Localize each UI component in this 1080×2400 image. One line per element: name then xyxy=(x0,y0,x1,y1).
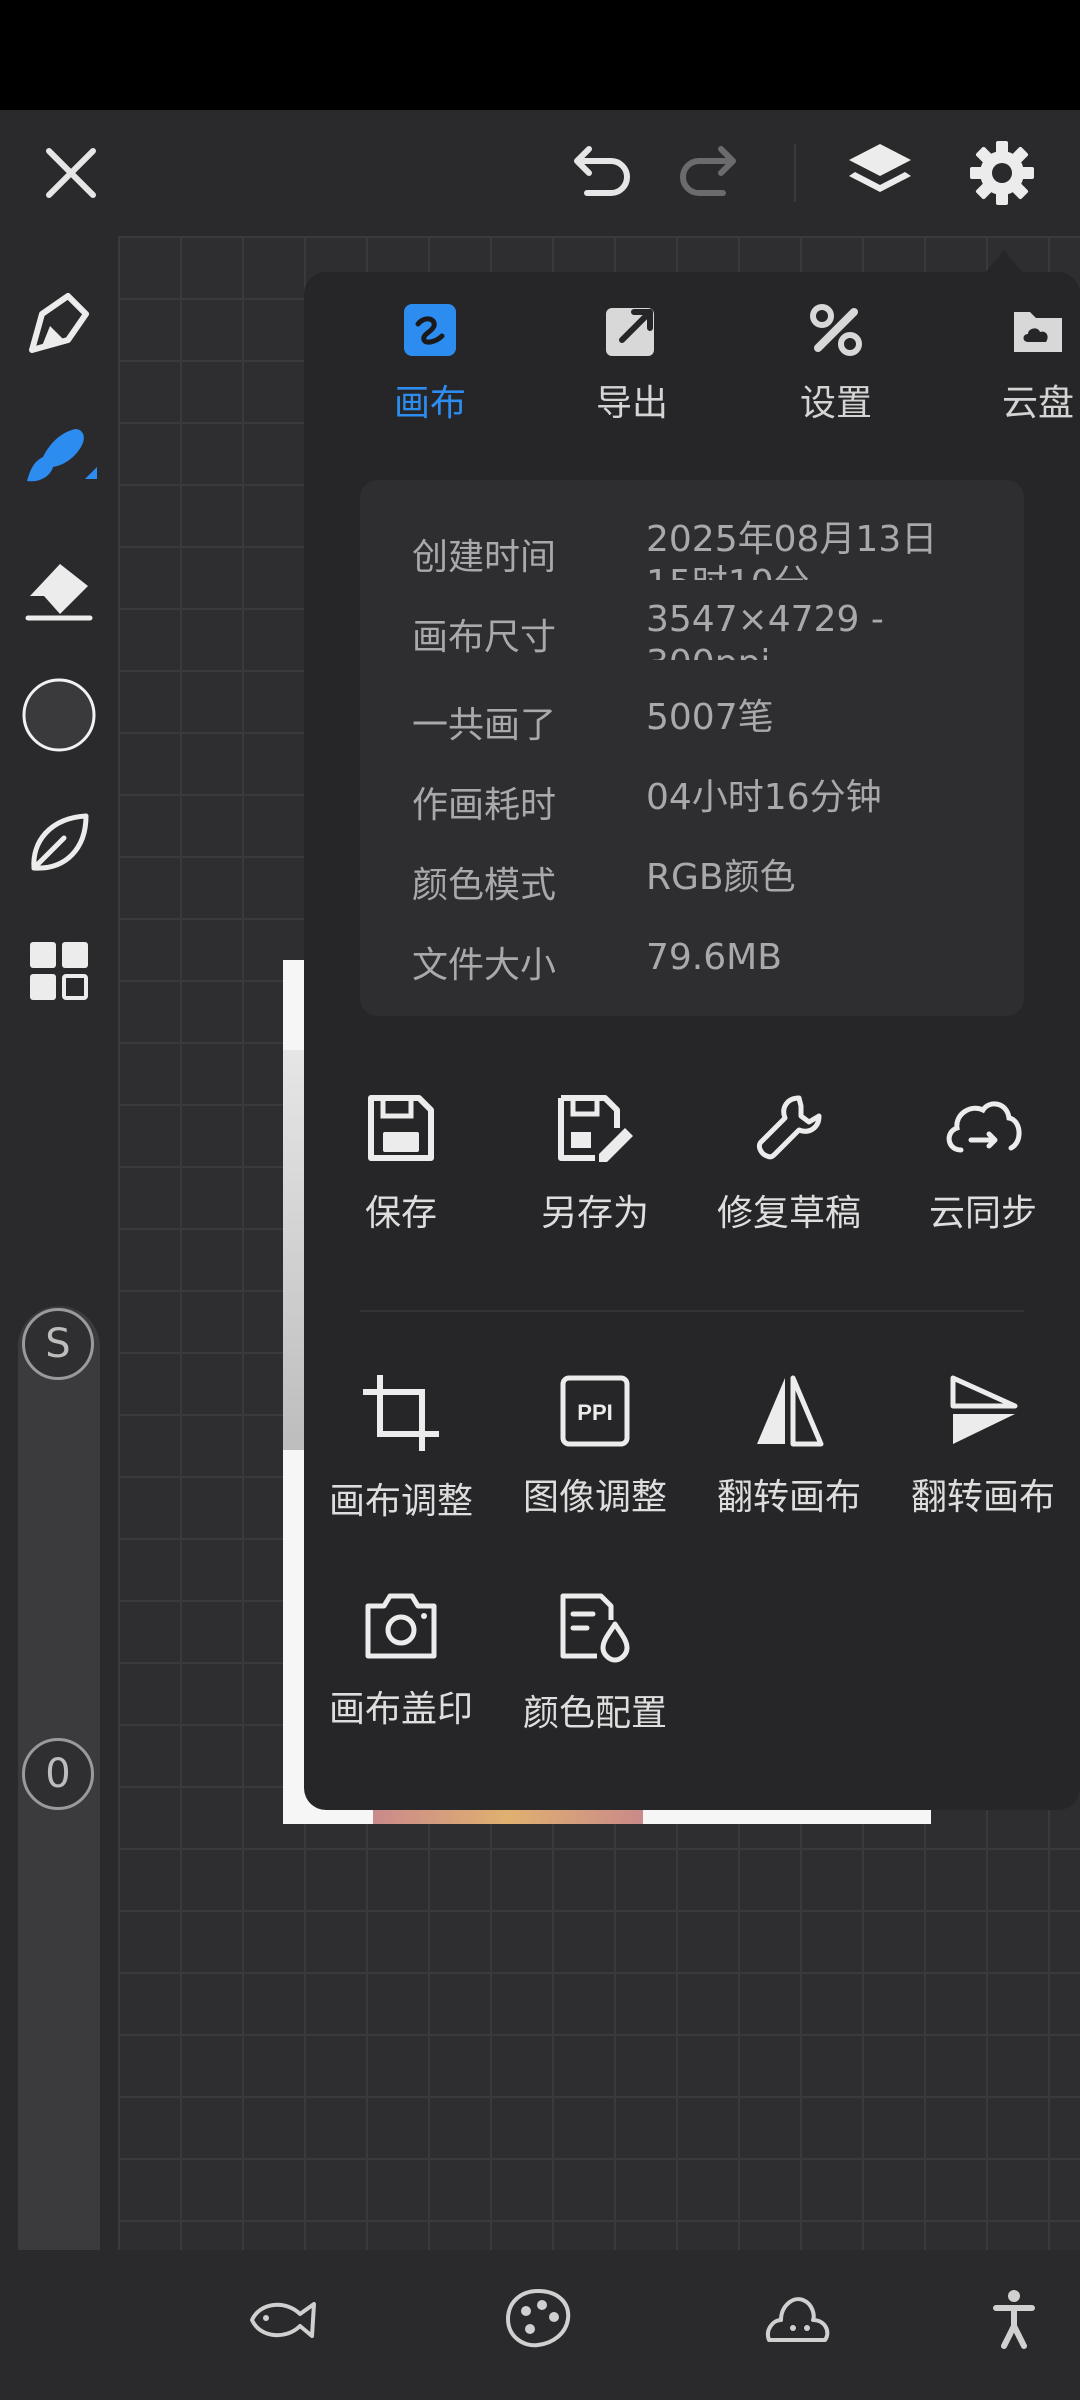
color-profile-icon xyxy=(560,1593,630,1663)
grid-icon[interactable] xyxy=(24,936,94,1006)
color-profile-button[interactable]: 颜色配置 xyxy=(498,1590,692,1790)
blob-icon[interactable] xyxy=(762,2288,834,2350)
flip-canvas-vertical-label: 翻转画布 xyxy=(910,1477,1055,1518)
undo-icon[interactable] xyxy=(562,140,638,206)
tab-cloud-drive-label: 云盘 xyxy=(1001,383,1074,424)
tab-settings[interactable]: 设置 xyxy=(746,302,926,432)
save-as-label: 另存为 xyxy=(540,1193,649,1234)
canvas-adjust-label: 画布调整 xyxy=(328,1481,473,1522)
wrench-icon xyxy=(756,1095,822,1160)
brush-tool-icon[interactable] xyxy=(20,416,100,496)
redo-icon[interactable] xyxy=(672,140,748,206)
info-row: 创建时间 2025年08月13日 15时10分 xyxy=(412,518,1012,588)
canvas-info-card: 创建时间 2025年08月13日 15时10分 画布尺寸 3547×4729 -… xyxy=(360,480,1024,1016)
info-value: RGB颜色 xyxy=(646,857,796,898)
info-value: 79.6MB xyxy=(646,937,782,978)
flip-canvas-horizontal-button[interactable]: 翻转画布 xyxy=(692,1374,886,1574)
info-value: 5007笔 xyxy=(646,697,774,738)
toolbar-divider xyxy=(794,144,796,202)
cloud-sync-icon xyxy=(946,1101,1022,1153)
canvas-icon xyxy=(404,304,456,356)
panel-pointer xyxy=(984,250,1024,274)
opacity-slider-knob[interactable]: 0 xyxy=(22,1738,94,1810)
info-row: 画布尺寸 3547×4729 - 300ppi xyxy=(412,598,1012,668)
canvas-adjust-button[interactable]: 画布调整 xyxy=(304,1374,498,1574)
repair-draft-label: 修复草稿 xyxy=(716,1193,861,1234)
info-key: 画布尺寸 xyxy=(412,617,557,658)
layers-icon[interactable] xyxy=(840,136,920,210)
cloud-drive-icon xyxy=(1014,312,1062,352)
tab-settings-label: 设置 xyxy=(799,383,872,424)
save-icon xyxy=(368,1095,434,1161)
status-bar xyxy=(0,0,1080,110)
save-label: 保存 xyxy=(364,1193,437,1234)
color-swatch[interactable] xyxy=(20,676,98,754)
info-key: 一共画了 xyxy=(412,705,557,746)
canvas-settings-panel: 画布 导出 设置 云盘 创建时间 2025年08月13日 15时10分 画布尺寸… xyxy=(304,272,1080,1810)
info-row: 文件大小 79.6MB xyxy=(412,926,1012,996)
save-as-icon xyxy=(558,1095,633,1162)
cloud-sync-label: 云同步 xyxy=(928,1193,1037,1234)
canvas-stamp-label: 画布盖印 xyxy=(328,1689,473,1730)
info-row: 作画耗时 04小时16分钟 xyxy=(412,766,1012,836)
save-as-button[interactable]: 另存为 xyxy=(498,1092,692,1292)
info-key: 文件大小 xyxy=(412,945,557,986)
info-value: 04小时16分钟 xyxy=(646,777,882,818)
flip-horizontal-icon xyxy=(757,1375,824,1447)
cloud-sync-button[interactable]: 云同步 xyxy=(886,1092,1080,1292)
info-value: 3547×4729 - 300ppi xyxy=(646,599,884,660)
top-toolbar xyxy=(0,110,1080,236)
info-key: 作画耗时 xyxy=(412,785,557,826)
tab-canvas[interactable]: 画布 xyxy=(340,302,520,432)
left-toolbar: S 0 xyxy=(0,236,118,2326)
ppi-icon: PPI xyxy=(560,1375,630,1447)
camera-icon xyxy=(365,1593,437,1659)
artwork-fragment xyxy=(373,1810,643,1824)
svg-text:PPI: PPI xyxy=(577,1400,612,1425)
fish-icon[interactable] xyxy=(244,2290,320,2350)
accessibility-icon[interactable] xyxy=(986,2286,1042,2352)
canvas-stamp-button[interactable]: 画布盖印 xyxy=(304,1590,498,1790)
tab-export-label: 导出 xyxy=(595,383,668,424)
flip-vertical-icon xyxy=(950,1375,1018,1444)
close-icon[interactable] xyxy=(36,138,106,208)
info-value: 2025年08月13日 15时10分 xyxy=(646,519,938,580)
bottom-toolbar xyxy=(0,2250,1080,2400)
tab-canvas-label: 画布 xyxy=(393,383,466,424)
info-row: 一共画了 5007笔 xyxy=(412,686,1012,756)
image-adjust-label: 图像调整 xyxy=(522,1477,667,1518)
info-row: 颜色模式 RGB颜色 xyxy=(412,846,1012,916)
tab-export[interactable]: 导出 xyxy=(542,302,722,432)
export-icon xyxy=(606,308,654,356)
opacity-slider[interactable] xyxy=(18,1736,100,2326)
tab-cloud-drive[interactable]: 云盘 xyxy=(948,302,1080,432)
flip-canvas-horizontal-label: 翻转画布 xyxy=(716,1477,861,1518)
flip-canvas-vertical-button[interactable]: 翻转画布 xyxy=(886,1374,1080,1574)
leaf-icon[interactable] xyxy=(22,806,96,880)
color-profile-label: 颜色配置 xyxy=(522,1693,667,1734)
palette-icon[interactable] xyxy=(502,2286,574,2350)
repair-draft-button[interactable]: 修复草稿 xyxy=(692,1092,886,1292)
actions-divider xyxy=(360,1310,1024,1312)
opacity-slider-label: 0 xyxy=(45,1751,71,1797)
crop-icon xyxy=(363,1375,439,1451)
pen-tool-icon[interactable] xyxy=(22,286,96,360)
save-button[interactable]: 保存 xyxy=(304,1092,498,1292)
eraser-icon[interactable] xyxy=(22,552,96,626)
info-key: 颜色模式 xyxy=(412,865,557,906)
size-slider-knob[interactable]: S xyxy=(22,1308,94,1380)
gear-icon[interactable] xyxy=(962,136,1042,210)
tools-icon xyxy=(810,304,862,356)
image-adjust-button[interactable]: PPI 图像调整 xyxy=(498,1374,692,1574)
size-slider-label: S xyxy=(45,1321,71,1367)
info-key: 创建时间 xyxy=(412,537,557,578)
